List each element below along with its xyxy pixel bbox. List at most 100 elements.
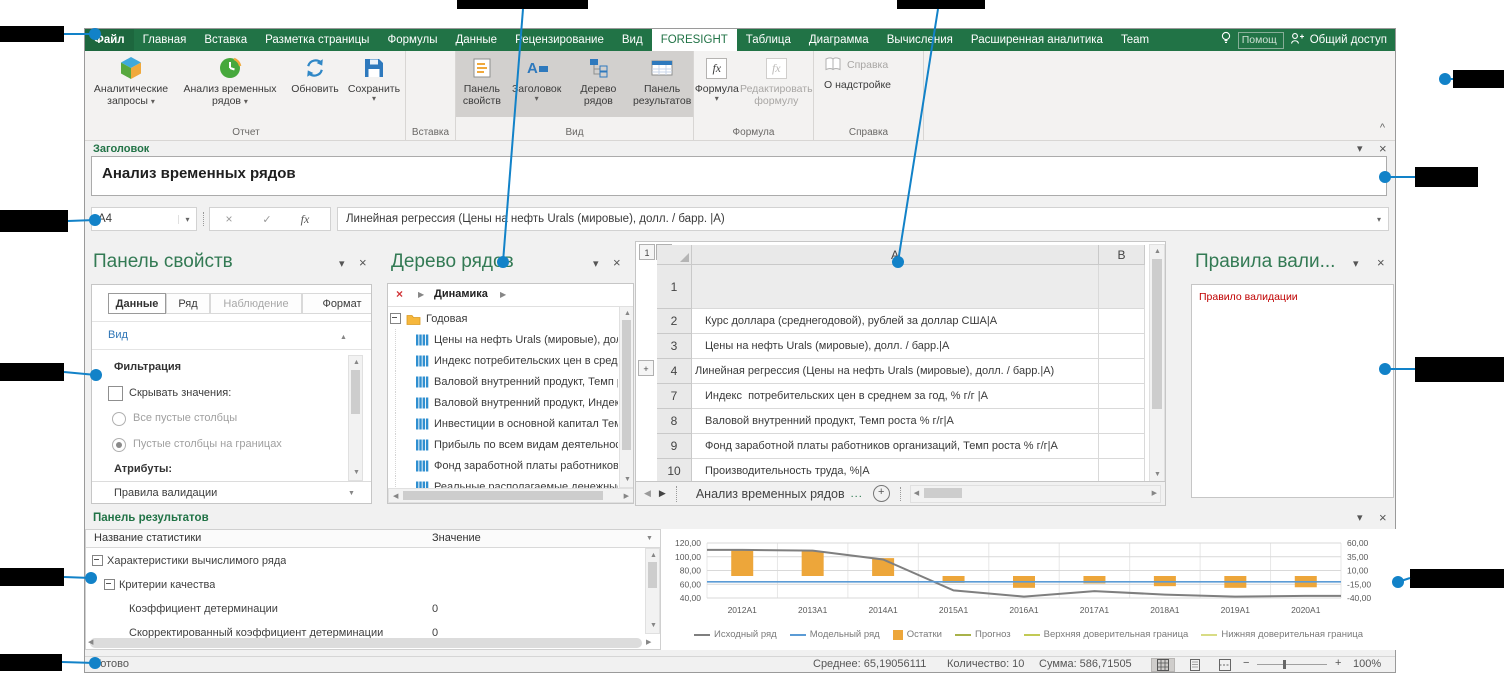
hide-values-checkbox[interactable] xyxy=(108,386,123,401)
menu-tab[interactable]: Главная xyxy=(134,29,196,51)
formula-bar[interactable]: Линейная регрессия (Цены на нефть Urals … xyxy=(337,207,1389,231)
sheet-scrollbar-v[interactable]: ▲ ▼ xyxy=(1149,244,1165,483)
chevron-right-icon[interactable]: ▶ xyxy=(500,291,506,299)
sheet-nav-forward-icon[interactable]: ▶ xyxy=(659,488,666,499)
cell[interactable] xyxy=(1099,309,1145,334)
menu-tab[interactable]: Вставка xyxy=(195,29,256,51)
tree-item[interactable]: Реальные располагаемые денежные до xyxy=(395,476,618,488)
outline-level-button[interactable]: 1 xyxy=(639,244,655,260)
column-header[interactable]: A xyxy=(692,245,1099,265)
zoom-out-button[interactable]: − xyxy=(1243,657,1249,669)
chevron-down-icon[interactable]: ▾ xyxy=(1370,215,1388,224)
cell[interactable] xyxy=(1099,359,1145,384)
close-icon[interactable]: × xyxy=(1377,255,1385,270)
collapse-ribbon-icon[interactable]: ^ xyxy=(1380,122,1385,134)
menu-tab[interactable]: Рецензирование xyxy=(506,29,613,51)
attributes-dropdown[interactable]: Правила валидации ▼ xyxy=(92,481,371,504)
tree-item[interactable]: Прибыль по всем видам деятельности, xyxy=(395,434,618,455)
close-icon[interactable]: × xyxy=(1379,510,1387,525)
ribbon-button[interactable]: Дерево рядов xyxy=(566,51,632,117)
ribbon-button[interactable]: Аналитические запросы ▾ xyxy=(87,51,175,117)
properties-tab[interactable]: Данные xyxy=(108,293,166,314)
ribbon-button[interactable]: Панель результатов xyxy=(631,51,693,117)
cell[interactable]: Линейная регрессия (Цены на нефть Urals … xyxy=(692,359,1099,384)
close-icon[interactable]: × xyxy=(613,255,621,270)
collapse-section-icon[interactable]: ▲ xyxy=(340,334,347,342)
menu-tab[interactable]: Файл xyxy=(85,29,134,51)
chevron-down-icon[interactable]: ▾ xyxy=(1353,257,1359,270)
cell[interactable]: Фонд заработной платы работников организ… xyxy=(692,434,1099,459)
results-row[interactable]: Характеристики вычислимого ряда xyxy=(86,548,660,573)
chevron-down-icon[interactable]: ▾ xyxy=(339,257,345,270)
tree-item[interactable]: Инвестиции в основной капитал Темп ро xyxy=(395,413,618,434)
chevron-down-icon[interactable]: ▼ xyxy=(646,535,653,543)
column-header[interactable]: B xyxy=(1099,245,1145,265)
insert-function-icon[interactable]: fx xyxy=(286,212,324,227)
chevron-right-icon[interactable]: ▶ xyxy=(418,291,424,299)
row-header[interactable]: 9 xyxy=(657,434,692,459)
collapse-icon[interactable] xyxy=(390,313,401,324)
results-scrollbar-h[interactable] xyxy=(90,638,642,648)
normal-view-icon[interactable] xyxy=(1151,658,1175,672)
chevron-down-icon[interactable]: ▾ xyxy=(1357,142,1363,155)
cell[interactable] xyxy=(1099,434,1145,459)
cell[interactable] xyxy=(1099,334,1145,359)
row-header[interactable]: 2 xyxy=(657,309,692,334)
zoom-slider-track[interactable] xyxy=(1257,664,1327,665)
menu-tab[interactable]: FORESIGHT xyxy=(652,29,737,51)
results-row[interactable]: Критерии качества xyxy=(86,572,660,597)
properties-scrollbar[interactable]: ▲ ▼ xyxy=(348,355,363,481)
menu-tab[interactable]: Вид xyxy=(613,29,652,51)
collapse-icon[interactable] xyxy=(104,579,115,590)
menu-tab[interactable]: Формулы xyxy=(378,29,446,51)
cell[interactable]: Индекс потребительских цен в среднем за … xyxy=(692,384,1099,409)
chevron-down-icon[interactable]: ▾ xyxy=(178,215,196,224)
tree-item[interactable]: Валовой внутренний продукт, Темп рост xyxy=(395,371,618,392)
menu-tab[interactable]: Данные xyxy=(447,29,507,51)
tree-item[interactable]: Индекс потребительских цен в среднем xyxy=(395,350,618,371)
collapse-icon[interactable] xyxy=(92,555,103,566)
menu-tab[interactable]: Разметка страницы xyxy=(256,29,378,51)
tree-scrollbar-v[interactable]: ▲ ▼ xyxy=(619,306,634,488)
results-col-value[interactable]: Значение xyxy=(432,532,481,544)
cell[interactable] xyxy=(692,265,1099,309)
tree-folder[interactable]: Годовая xyxy=(390,308,618,329)
properties-tab[interactable]: Формат xyxy=(302,293,372,314)
tree-item[interactable]: Валовой внутренний продукт, Индекс-де xyxy=(395,392,618,413)
sheet-scrollbar-h[interactable]: ◀ ▶ xyxy=(910,485,1161,503)
breadcrumb[interactable]: Динамика xyxy=(434,288,488,300)
menu-tab[interactable]: Team xyxy=(1112,29,1158,51)
select-all-corner[interactable] xyxy=(657,245,692,265)
close-icon[interactable]: × xyxy=(359,255,367,270)
zoom-level[interactable]: 100% xyxy=(1353,658,1381,670)
cancel-icon[interactable]: × xyxy=(210,212,248,226)
row-header[interactable]: 7 xyxy=(657,384,692,409)
results-scrollbar-v[interactable]: ▲ ▼ xyxy=(645,548,660,634)
report-title-input[interactable]: Анализ временных рядов xyxy=(91,156,1387,196)
share-button[interactable]: Общий доступ xyxy=(1290,32,1387,48)
ribbon-button[interactable]: Обновить xyxy=(285,51,345,117)
tree-scrollbar-h[interactable]: ◀ ▶ xyxy=(388,488,634,503)
cell[interactable]: Валовой внутренний продукт, Темп роста %… xyxy=(692,409,1099,434)
page-break-icon[interactable] xyxy=(1213,658,1237,672)
sheet-tab-active[interactable]: Анализ временных рядов xyxy=(696,487,845,501)
cell[interactable]: Цены на нефть Urals (мировые), долл. / б… xyxy=(692,334,1099,359)
results-col-name[interactable]: Название статистики xyxy=(94,532,201,544)
cell[interactable] xyxy=(1099,384,1145,409)
zoom-slider-handle[interactable] xyxy=(1283,660,1286,669)
enter-icon[interactable]: ✓ xyxy=(248,213,286,226)
cell[interactable] xyxy=(1099,409,1145,434)
zoom-in-button[interactable]: + xyxy=(1335,657,1341,669)
chevron-down-icon[interactable]: ▾ xyxy=(1357,511,1363,524)
cell[interactable]: Курс доллара (среднегодовой), рублей за … xyxy=(692,309,1099,334)
ribbon-button[interactable]: Панель свойств xyxy=(456,51,508,117)
ribbon-button[interactable]: AЗаголовок▾ xyxy=(508,51,566,117)
sheet-nav-back-icon[interactable]: ◀ xyxy=(644,488,651,499)
section-vid-link[interactable]: Вид xyxy=(108,329,128,341)
sheet-tab-overflow[interactable]: ... xyxy=(851,488,863,500)
menu-tab[interactable]: Таблица xyxy=(737,29,800,51)
remove-icon[interactable]: × xyxy=(396,287,403,301)
properties-tab[interactable]: Ряд xyxy=(166,293,210,314)
chevron-down-icon[interactable]: ▾ xyxy=(593,257,599,270)
row-header[interactable]: 4 xyxy=(657,359,692,384)
